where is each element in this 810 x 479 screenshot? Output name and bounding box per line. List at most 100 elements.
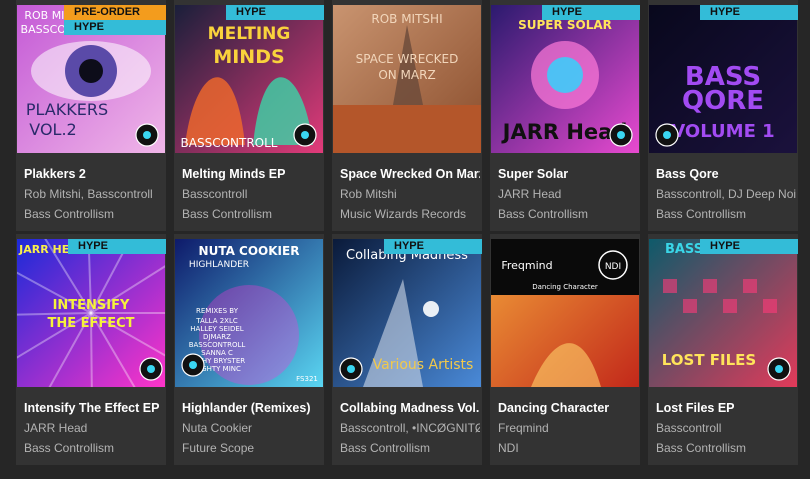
cover-art[interactable]: SUPER SOLAR JARR Head	[491, 5, 639, 153]
cover-text: BASSCONTROLL	[181, 136, 278, 150]
release-card[interactable]: BASS QORE VOLUME 1 Bass Qore Basscontroll,…	[648, 0, 798, 231]
cover-art[interactable]: Collabing Madness Various Artists	[333, 239, 481, 387]
hype-badge: HYPE	[64, 20, 166, 35]
cover-image: NUTA COOKIER HIGHLANDER REMIXES BY TALLA 2X…	[175, 239, 323, 387]
release-artists[interactable]: Nuta Cookier	[182, 421, 322, 435]
cover-image: MELTINGMINDS BASSCONTROLL	[175, 5, 323, 153]
cover-image: JARR HEADINTENSIFYTHE EFFECT	[17, 239, 165, 387]
cover-text: VOLUME 1	[671, 121, 774, 142]
label-logo-icon	[609, 123, 633, 147]
release-artists[interactable]: Basscontroll, DJ Deep Noise	[656, 187, 796, 201]
release-title[interactable]: Lost Files EP	[656, 401, 796, 415]
label-logo-icon	[767, 357, 791, 381]
cover-text: JARR Head	[501, 120, 628, 144]
cover-text: NDI	[605, 262, 621, 272]
label-logo-icon	[139, 357, 163, 381]
label-logo-icon	[135, 123, 159, 147]
cover-art[interactable]: MELTING MINDS BASSCONTROLL	[175, 5, 323, 153]
release-card[interactable]: NUTA COOKIER HIGHLANDER REMIXES BY TALLA 2X…	[174, 234, 324, 465]
cover-text: MELTING	[208, 24, 291, 44]
cover-text: SANNA C	[201, 349, 233, 357]
release-card[interactable]: MELTING MINDS BASSCONTROLL Melting Minds E…	[174, 0, 324, 231]
cover-text: Various Artists	[373, 357, 474, 373]
cover-text: Freqmind	[501, 259, 552, 272]
cover-art[interactable]: Freqmind Dancing Character NDI	[491, 239, 639, 387]
cover-text: FS321	[296, 375, 318, 383]
release-label[interactable]: Bass Controllism	[24, 207, 164, 221]
release-title[interactable]: Space Wrecked On Marz	[340, 167, 480, 181]
release-title[interactable]: Dancing Character	[498, 401, 638, 415]
release-label[interactable]: Future Scope	[182, 441, 322, 455]
cover-image: ROB MITSHI SPACE WRECKED ON MARZ	[333, 5, 481, 153]
cover-text: INTENSIFY	[53, 298, 130, 313]
cover-art[interactable]: JARR HEAD INTENSIFY THE EFFECT	[17, 239, 165, 387]
cover-text: REMIXES BY	[196, 307, 239, 315]
release-label[interactable]: Bass Controllism	[656, 441, 796, 455]
release-artists[interactable]: Basscontroll	[656, 421, 796, 435]
hype-badge: HYPE	[68, 239, 166, 254]
release-grid: ROB MITSHI BASSCONTROLL PLAKKERSVOL.2 Plak…	[16, 0, 798, 465]
release-artists[interactable]: Basscontroll	[182, 187, 322, 201]
cover-image: BASSCONTROLLLOST FILES	[649, 239, 797, 387]
release-artists[interactable]: Rob Mitshi, Basscontroll	[24, 187, 164, 201]
cover-text: Dancing Character	[532, 283, 598, 291]
hype-badge: HYPE	[700, 239, 798, 254]
cover-art[interactable]: NUTA COOKIER HIGHLANDER REMIXES BY TALLA 2X…	[175, 239, 323, 387]
cover-image: Collabing MadnessVarious Artists	[333, 239, 481, 387]
label-logo-icon	[339, 357, 363, 381]
cover-image: Freqmind Dancing Character NDI	[491, 239, 639, 387]
cover-text: PLAKKERS	[26, 100, 108, 119]
release-artists[interactable]: Rob Mitshi	[340, 187, 480, 201]
release-title[interactable]: Melting Minds EP	[182, 167, 322, 181]
release-card[interactable]: Collabing Madness Various Artists Collabi…	[332, 234, 482, 465]
release-label[interactable]: Bass Controllism	[656, 207, 796, 221]
release-card[interactable]: ROB MITSHIBASSCONTROLLPLAKKERSVOL.2 Plak…	[16, 0, 166, 231]
cover-text: SUPER SOLAR	[518, 18, 612, 32]
release-card[interactable]: SUPER SOLAR JARR Head Super Solar JARR He…	[490, 0, 640, 231]
release-label[interactable]: Bass Controllism	[340, 441, 480, 455]
label-logo-icon	[655, 123, 679, 147]
cover-art[interactable]: BASS QORE VOLUME 1	[649, 5, 797, 153]
cover-image: BASSQOREVOLUME 1	[649, 5, 797, 153]
release-card[interactable]: BASSCONTROLLLOST FILES Lost Files EP Bas…	[648, 234, 798, 465]
cover-text: NUTA COOKIER	[199, 244, 300, 258]
release-label[interactable]: Music Wizards Records	[340, 207, 480, 221]
cover-text: HIGHLANDER	[189, 260, 249, 270]
cover-text: ON MARZ	[378, 68, 435, 82]
release-artists[interactable]: JARR Head	[498, 187, 638, 201]
cover-text: DJMARZ	[203, 333, 231, 341]
cover-text: BASSCONTROLL	[189, 341, 246, 349]
release-artists[interactable]: Basscontroll, •INCØGNITØ•	[340, 421, 480, 435]
label-logo-icon	[293, 123, 317, 147]
cover-art[interactable]: BASSCONTROLLLOST FILES	[649, 239, 797, 387]
release-label[interactable]: NDI	[498, 441, 638, 455]
cover-text: ROB MITSHI	[371, 12, 442, 26]
release-artists[interactable]: JARR Head	[24, 421, 164, 435]
hype-badge: HYPE	[226, 5, 324, 20]
cover-text: LOST FILES	[662, 351, 756, 369]
hype-badge: HYPE	[700, 5, 798, 20]
cover-text: QORE	[682, 86, 764, 116]
release-card[interactable]: JARR HEAD INTENSIFY THE EFFECT Intensify T…	[16, 234, 166, 465]
release-title[interactable]: Plakkers 2	[24, 167, 164, 181]
label-logo-icon	[181, 353, 205, 377]
release-title[interactable]: Highlander (Remixes)	[182, 401, 322, 415]
release-title[interactable]: Intensify The Effect EP	[24, 401, 164, 415]
release-label[interactable]: Bass Controllism	[182, 207, 322, 221]
release-title[interactable]: Super Solar	[498, 167, 638, 181]
cover-text: TALLA 2XLC	[195, 317, 238, 325]
cover-image: SUPER SOLAR JARR Head	[491, 5, 639, 153]
cover-text: HALLEY SEIDEL	[190, 325, 244, 333]
cover-art[interactable]: ROB MITSHI SPACE WRECKED ON MARZ	[333, 5, 481, 153]
cover-text: THE EFFECT	[47, 316, 134, 331]
release-card[interactable]: ROB MITSHI SPACE WRECKED ON MARZ Space Wre…	[332, 0, 482, 231]
release-title[interactable]: Bass Qore	[656, 167, 796, 181]
preorder-badge: PRE-ORDER	[64, 5, 166, 20]
release-artists[interactable]: Freqmind	[498, 421, 638, 435]
release-label[interactable]: Bass Controllism	[24, 441, 164, 455]
release-label[interactable]: Bass Controllism	[498, 207, 638, 221]
release-card[interactable]: Freqmind Dancing Character NDI Dancing Cha…	[490, 234, 640, 465]
release-title[interactable]: Collabing Madness Vol. 1	[340, 401, 480, 415]
cover-text: MINDS	[213, 46, 284, 68]
cover-text: VOL.2	[29, 120, 76, 139]
